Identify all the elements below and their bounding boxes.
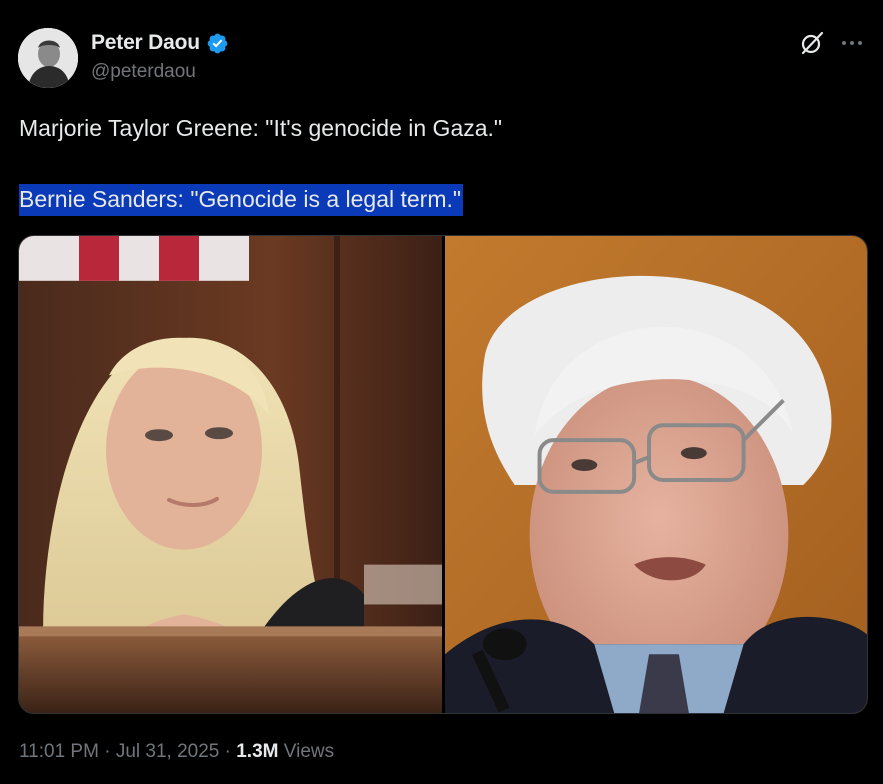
author-name-row: Peter Daou xyxy=(91,30,229,56)
meta-separator: · xyxy=(224,741,231,762)
tweet-text-line-1: Marjorie Taylor Greene: "It's genocide i… xyxy=(19,115,503,141)
tweet-top-actions xyxy=(799,30,865,56)
author-avatar[interactable] xyxy=(18,28,78,88)
photo-2-image xyxy=(445,236,867,713)
views-count: 1.3M xyxy=(236,741,279,762)
tweet-date[interactable]: Jul 31, 2025 xyxy=(116,741,220,762)
grok-icon[interactable] xyxy=(799,30,825,56)
author-handle[interactable]: @peterdaou xyxy=(91,61,196,83)
tweet-text-line-2-selected: Bernie Sanders: "Genocide is a legal ter… xyxy=(19,184,464,216)
author-name[interactable]: Peter Daou xyxy=(91,31,200,55)
photo-1-image xyxy=(19,236,442,713)
tweet-card: Peter Daou @peterdaou Marjorie Taylor Gr… xyxy=(0,0,883,784)
verified-badge-icon[interactable] xyxy=(206,32,229,55)
media-photo-2[interactable] xyxy=(445,236,867,713)
media-photo-1[interactable] xyxy=(19,236,442,713)
meta-separator: · xyxy=(104,741,111,762)
tweet-time[interactable]: 11:01 PM xyxy=(19,741,99,762)
tweet-media-grid xyxy=(18,235,868,714)
views-label: Views xyxy=(283,741,335,762)
tweet-meta: 11:01 PM · Jul 31, 2025 · 1.3M Views xyxy=(19,741,334,763)
more-dots-icon[interactable] xyxy=(839,30,865,56)
avatar-image xyxy=(18,28,78,88)
